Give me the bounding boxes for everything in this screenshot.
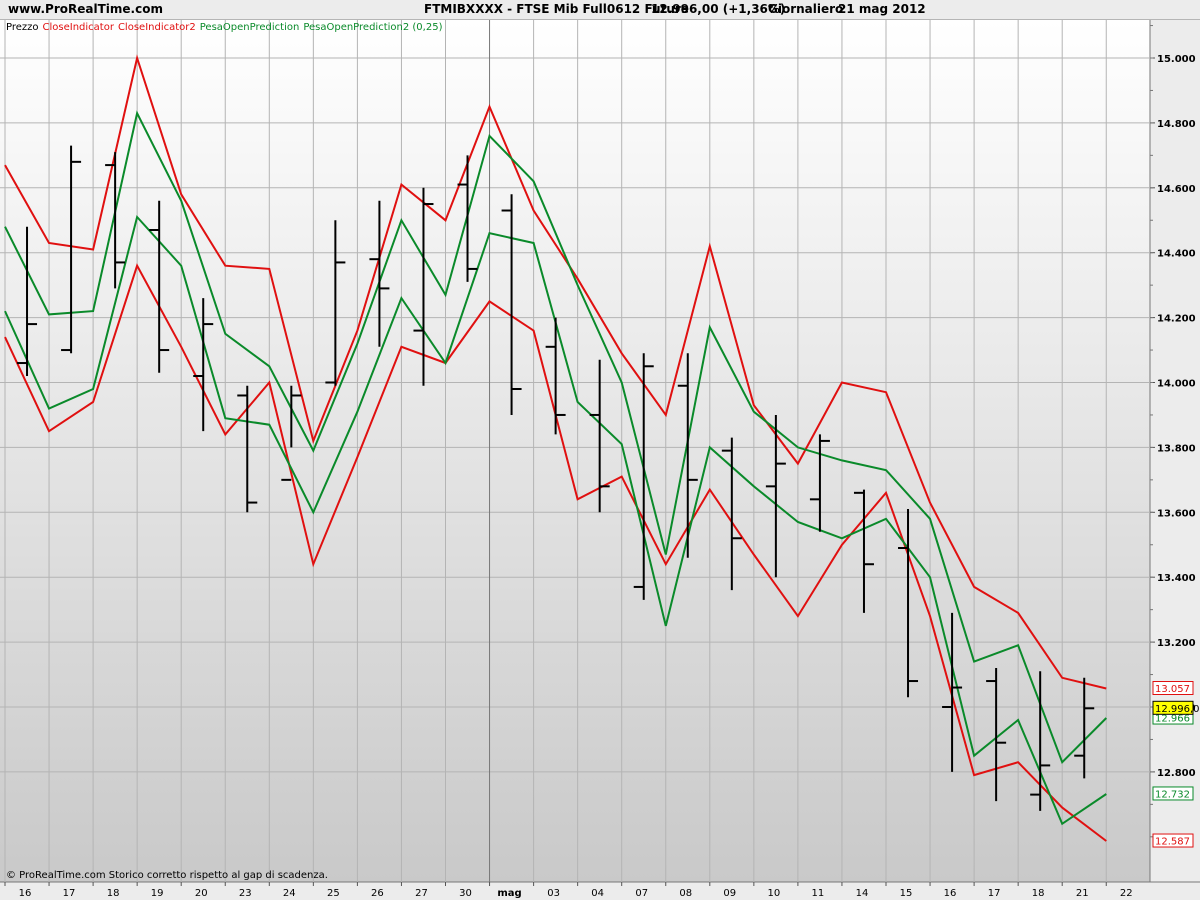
x-tick-label: 09 (723, 888, 736, 899)
y-tick-label: 14.400 (1157, 249, 1196, 260)
legend-prezzo: Prezzo (6, 22, 39, 33)
title-bar: www.ProRealTime.com FTMIBXXXX - FTSE Mib… (0, 0, 1200, 20)
x-tick-label: 30 (459, 888, 472, 899)
x-tick-label: 03 (547, 888, 560, 899)
x-tick-label: 19 (151, 888, 164, 899)
value-tag-label: 12.732 (1155, 789, 1190, 800)
x-tick-label: 18 (107, 888, 120, 899)
y-tick-label: 13.600 (1157, 508, 1196, 519)
x-tick-label: 17 (988, 888, 1001, 899)
x-tick-label: 18 (1032, 888, 1045, 899)
y-tick-label: 12.800 (1157, 768, 1196, 779)
value-tag-label: 12.587 (1155, 837, 1190, 848)
x-tick-label: 04 (591, 888, 604, 899)
x-tick-label: 24 (283, 888, 296, 899)
y-tick-label: 14.600 (1157, 184, 1196, 195)
x-tick-label: 07 (635, 888, 648, 899)
x-tick-label: 17 (63, 888, 76, 899)
y-tick-label: 13.200 (1157, 638, 1196, 649)
date-label: 21 mag 2012 (838, 2, 926, 16)
x-tick-label: 11 (812, 888, 825, 899)
y-tick-label: 14.200 (1157, 314, 1196, 325)
site-label[interactable]: www.ProRealTime.com (8, 2, 163, 16)
x-tick-label: 23 (239, 888, 252, 899)
x-tick-label: 16 (944, 888, 957, 899)
y-tick-label: 13.800 (1157, 443, 1196, 454)
y-tick-label: 15.000 (1157, 54, 1196, 65)
legend-pesa-open-prediction: PesaOpenPrediction (200, 22, 300, 33)
instrument-title: FTMIBXXXX - FTSE Mib Full0612 Future (424, 2, 689, 16)
x-tick-label: 14 (856, 888, 869, 899)
footer-copyright: © ProRealTime.com Storico corretto rispe… (6, 870, 328, 881)
y-tick-label: 14.000 (1157, 379, 1196, 390)
value-tag-label: 12.996,0 (1155, 704, 1200, 715)
period-label: Giornaliero (768, 2, 844, 16)
legend-close-indicator: CloseIndicator (43, 22, 115, 33)
x-tick-label: 15 (900, 888, 913, 899)
chart-window: www.ProRealTime.com FTMIBXXXX - FTSE Mib… (0, 0, 1200, 900)
x-tick-label: 25 (327, 888, 340, 899)
x-tick-label: mag (497, 888, 521, 899)
x-tick-label: 16 (19, 888, 32, 899)
x-tick-label: 10 (767, 888, 780, 899)
x-tick-label: 08 (679, 888, 692, 899)
legend-close-indicator2: CloseIndicator2 (118, 22, 196, 33)
y-tick-label: 13.400 (1157, 573, 1196, 584)
x-tick-label: 26 (371, 888, 384, 899)
legend: Prezzo CloseIndicator CloseIndicator2 PesaO… (6, 22, 443, 33)
x-tick-label: 20 (195, 888, 208, 899)
value-tag-label: 13.057 (1155, 684, 1190, 695)
x-tick-label: 22 (1120, 888, 1133, 899)
price-chart[interactable]: 12.80013.00013.20013.40013.60013.80014.0… (0, 20, 1200, 900)
x-tick-label: 21 (1076, 888, 1089, 899)
value-tag-label: 12.966 (1155, 714, 1190, 725)
last-price: 12.996,00 (+1,36%) (651, 2, 786, 16)
x-tick-label: 27 (415, 888, 428, 899)
y-tick-label: 14.800 (1157, 119, 1196, 130)
legend-pesa-open-prediction2: PesaOpenPrediction2 (0,25) (303, 22, 442, 33)
